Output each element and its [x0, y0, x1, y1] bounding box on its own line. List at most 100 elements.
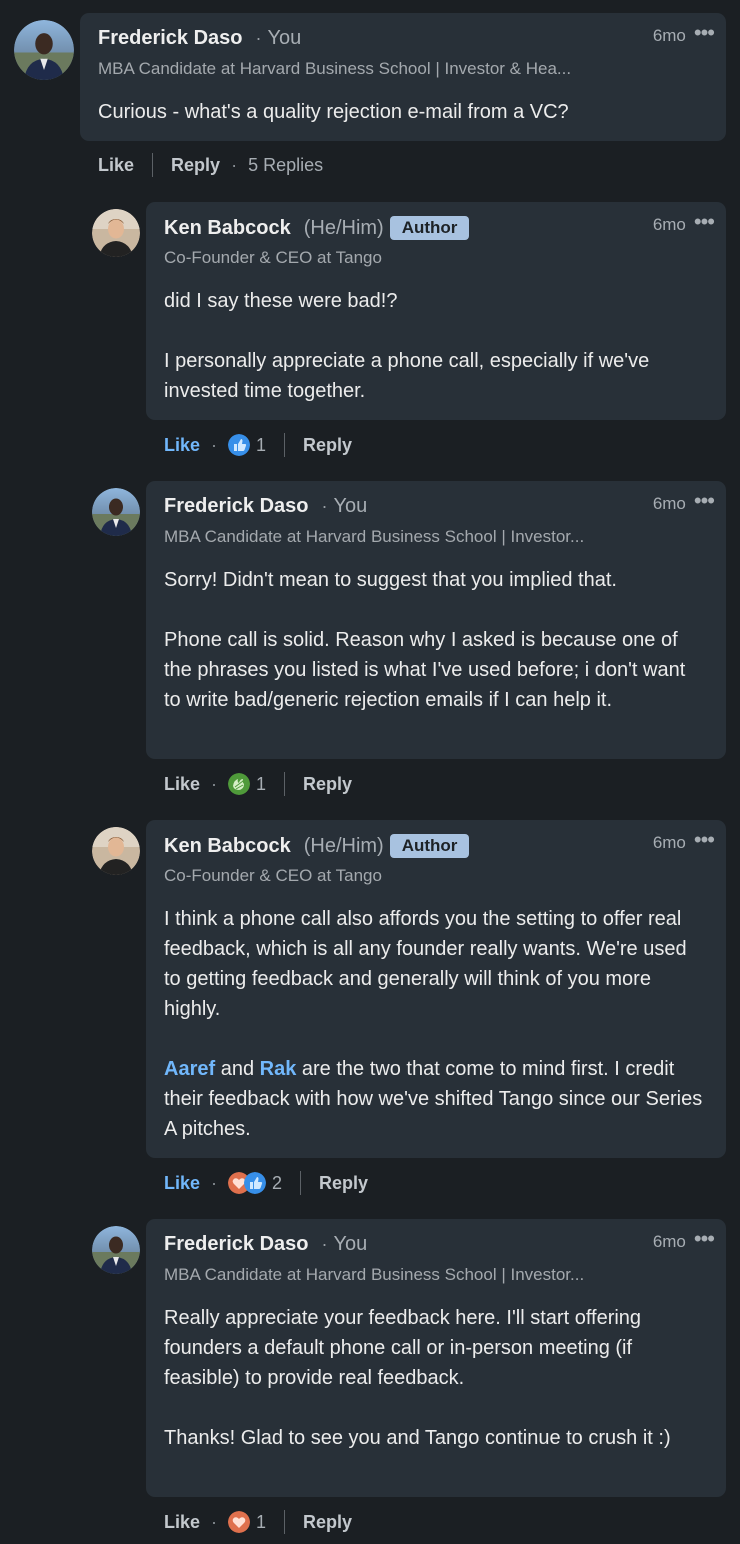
- reactions-summary[interactable]: [228, 1172, 267, 1194]
- pronouns-label: (He/Him): [303, 834, 384, 857]
- reaction-count[interactable]: 2: [272, 1173, 282, 1194]
- comment-paragraph: Curious - what's a quality rejection e-m…: [98, 101, 569, 123]
- separator-dot: ·: [321, 496, 328, 516]
- reactions-summary[interactable]: [228, 1511, 251, 1533]
- author-headline: MBA Candidate at Harvard Business School…: [164, 1265, 585, 1284]
- avatar-frederick[interactable]: [92, 1226, 140, 1274]
- comment-body: Really appreciate your feedback here. I'…: [164, 1303, 704, 1453]
- like-reaction-icon: [244, 1172, 267, 1194]
- action-divider: [152, 153, 154, 177]
- name-row: Frederick Daso · You: [164, 1233, 367, 1256]
- timestamp: 6mo: [652, 215, 686, 234]
- separator-dot: ·: [231, 154, 238, 175]
- reaction-count[interactable]: 1: [256, 774, 266, 795]
- author-name[interactable]: Frederick Daso: [98, 27, 243, 50]
- action-divider: [284, 1510, 286, 1534]
- comment-actions: Like · 1 Reply: [164, 1510, 352, 1534]
- like-button[interactable]: Like: [98, 155, 134, 176]
- ken-avatar-image: [92, 209, 140, 257]
- comment-paragraph: I personally appreciate a phone call, es…: [164, 350, 650, 402]
- author-name[interactable]: Frederick Daso: [164, 1233, 309, 1256]
- more-options-icon[interactable]: •••: [694, 829, 715, 851]
- frederick-avatar-image: [14, 20, 74, 80]
- avatar-ken[interactable]: [92, 827, 140, 875]
- comment-bubble: Frederick Daso · You MBA Candidate at Ha…: [80, 13, 726, 141]
- comment-bubble: Ken Babcock (He/Him) Author Co-Founder &…: [146, 820, 726, 1158]
- comment-paragraph: did I say these were bad!?: [164, 290, 398, 312]
- like-button[interactable]: Like: [164, 435, 200, 456]
- mention-link-rak[interactable]: Rak: [260, 1058, 297, 1080]
- comment-actions: Like · 1 Reply: [164, 772, 352, 796]
- avatar-frederick[interactable]: [14, 20, 74, 80]
- name-row: Ken Babcock (He/Him) Author: [164, 216, 470, 240]
- comment-bubble: Ken Babcock (He/Him) Author Co-Founder &…: [146, 202, 726, 420]
- mention-link-aaref[interactable]: Aaref: [164, 1058, 215, 1080]
- like-reaction-icon: [228, 434, 251, 456]
- name-row: Frederick Daso · You: [164, 495, 367, 518]
- separator-dot: ·: [255, 28, 262, 48]
- mention-join-text: and: [215, 1058, 260, 1080]
- comment-paragraph-mentions: Aaref and Rak are the two that come to m…: [164, 1054, 704, 1144]
- comment-meta: 6mo •••: [652, 22, 715, 46]
- ken-avatar-image: [92, 827, 140, 875]
- comment-paragraph: Thanks! Glad to see you and Tango contin…: [164, 1427, 671, 1449]
- comment-actions: Like Reply · 5 Replies: [98, 153, 323, 177]
- you-label: You: [333, 1233, 368, 1255]
- reply-button[interactable]: Reply: [303, 1512, 352, 1533]
- avatar-frederick[interactable]: [92, 488, 140, 536]
- reactions-summary[interactable]: [228, 773, 251, 795]
- reactions-summary[interactable]: [228, 434, 251, 456]
- author-headline: MBA Candidate at Harvard Business School…: [98, 59, 572, 78]
- reply-button[interactable]: Reply: [303, 435, 352, 456]
- you-label: You: [267, 27, 302, 49]
- reply-button[interactable]: Reply: [171, 155, 220, 176]
- reaction-count[interactable]: 1: [256, 1512, 266, 1533]
- reaction-count[interactable]: 1: [256, 435, 266, 456]
- author-name[interactable]: Ken Babcock: [164, 217, 291, 240]
- comment-body: Curious - what's a quality rejection e-m…: [98, 97, 704, 127]
- comment-bubble: Frederick Daso · You MBA Candidate at Ha…: [146, 1219, 726, 1497]
- name-row: Ken Babcock (He/Him) Author: [164, 834, 470, 858]
- comment-paragraph: I think a phone call also affords you th…: [164, 908, 687, 1020]
- reply-button[interactable]: Reply: [303, 774, 352, 795]
- author-name[interactable]: Frederick Daso: [164, 495, 309, 518]
- separator-dot: ·: [211, 773, 218, 794]
- frederick-avatar-image: [92, 488, 140, 536]
- comment-meta: 6mo •••: [652, 211, 715, 235]
- avatar-ken[interactable]: [92, 209, 140, 257]
- author-headline: Co-Founder & CEO at Tango: [164, 248, 382, 267]
- comment-meta: 6mo •••: [652, 490, 715, 514]
- comment-actions: Like · 1 Reply: [164, 433, 352, 457]
- you-label: You: [333, 495, 368, 517]
- separator-dot: ·: [211, 1172, 218, 1193]
- replies-count-link[interactable]: 5 Replies: [248, 155, 323, 176]
- comment-body: Sorry! Didn't mean to suggest that you i…: [164, 565, 704, 715]
- action-divider: [284, 433, 286, 457]
- separator-dot: ·: [321, 1234, 328, 1254]
- comment-actions: Like · 2 Reply: [164, 1171, 368, 1195]
- timestamp: 6mo: [652, 26, 686, 45]
- comment-body: did I say these were bad!? I personally …: [164, 286, 704, 406]
- pronouns-label: (He/Him): [303, 216, 384, 239]
- action-divider: [284, 772, 286, 796]
- like-button[interactable]: Like: [164, 774, 200, 795]
- author-badge: Author: [389, 216, 470, 240]
- comment-body: I think a phone call also affords you th…: [164, 904, 704, 1144]
- more-options-icon[interactable]: •••: [694, 1228, 715, 1250]
- timestamp: 6mo: [652, 833, 686, 852]
- separator-dot: ·: [211, 1511, 218, 1532]
- author-name[interactable]: Ken Babcock: [164, 835, 291, 858]
- more-options-icon[interactable]: •••: [694, 490, 715, 512]
- frederick-avatar-image: [92, 1226, 140, 1274]
- like-button[interactable]: Like: [164, 1512, 200, 1533]
- comment-paragraph: Phone call is solid. Reason why I asked …: [164, 629, 686, 711]
- author-headline: MBA Candidate at Harvard Business School…: [164, 527, 585, 546]
- love-reaction-icon: [228, 1511, 251, 1533]
- like-button[interactable]: Like: [164, 1173, 200, 1194]
- timestamp: 6mo: [652, 494, 686, 513]
- comment-paragraph: Sorry! Didn't mean to suggest that you i…: [164, 569, 617, 591]
- reply-button[interactable]: Reply: [319, 1173, 368, 1194]
- author-badge: Author: [389, 834, 470, 858]
- more-options-icon[interactable]: •••: [694, 211, 715, 233]
- more-options-icon[interactable]: •••: [694, 22, 715, 44]
